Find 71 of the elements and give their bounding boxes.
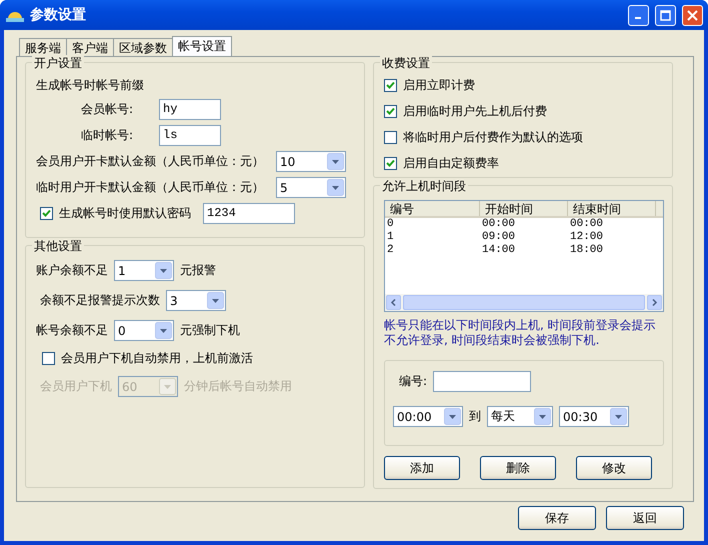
group-title: 开户设置 (32, 55, 84, 72)
action-button[interactable]: 修改 (576, 456, 652, 480)
column-header[interactable]: 开始时间 (480, 201, 568, 216)
field-label: 元报警 (180, 262, 216, 279)
table-cell-text: 0 (386, 218, 395, 231)
close-icon[interactable] (682, 4, 703, 26)
dropdown[interactable]: 10 (276, 151, 346, 172)
dialog-button[interactable]: 返回 (606, 506, 684, 530)
checkbox-label: 启用立即计费 (403, 77, 475, 94)
dropdown[interactable]: 每天 (487, 406, 553, 427)
window-title: 参数设置 (30, 6, 87, 24)
input-field[interactable]: 1234 (203, 203, 295, 224)
action-button[interactable]: 添加 (384, 456, 460, 480)
tab[interactable]: 帐号设置 (172, 36, 232, 56)
field-label: 到 (469, 408, 481, 425)
input-field[interactable] (433, 371, 532, 392)
table-cell-text: 09:00 (481, 231, 516, 244)
table-cell-text: 00:00 (569, 218, 604, 231)
table-cell-text: 1 (386, 231, 395, 244)
dropdown[interactable]: 5 (276, 177, 346, 198)
group-title: 收费设置 (380, 55, 432, 72)
field-label: 会员帐号: (81, 101, 134, 118)
time-note: 帐号只能在以下时间段内上机, 时间段前登录会提示不允许登录, 时间段结束时会被强制下机. (384, 318, 657, 348)
field-label: 元强制下机 (180, 322, 240, 339)
action-button[interactable]: 删除 (480, 456, 556, 480)
dropdown[interactable]: 00:30 (559, 406, 629, 427)
checkbox[interactable] (384, 79, 397, 92)
horizontal-scrollbar[interactable] (385, 294, 663, 311)
dropdown[interactable]: 00:00 (393, 406, 463, 427)
field-label: 帐号余额不足 (36, 322, 108, 339)
field-label: 编号: (399, 373, 428, 390)
table-cell-text: 14:00 (481, 244, 516, 257)
table-cell-text: 18:00 (569, 244, 604, 257)
field-label: 生成帐号时帐号前缀 (36, 77, 145, 94)
dropdown[interactable]: 0 (114, 320, 174, 341)
field-label: 会员用户开卡默认金额（人民币单位：元） (36, 153, 265, 170)
group-title: 允许上机时间段 (380, 178, 468, 195)
maximize-icon[interactable] (655, 4, 676, 26)
checkbox[interactable] (384, 105, 397, 118)
field-label: 会员用户下机 (40, 378, 112, 395)
checkbox-label: 生成帐号时使用默认密码 (59, 205, 191, 222)
input-field[interactable]: hy (159, 99, 221, 120)
group-title: 其他设置 (32, 238, 84, 255)
field-label: 账户余额不足 (36, 262, 108, 279)
checkbox-label: 将临时用户后付费作为默认的选项 (403, 129, 583, 146)
checkbox[interactable] (384, 131, 397, 144)
tab[interactable]: 服务端 (19, 38, 67, 56)
checkbox-label: 启用自由定额费率 (403, 155, 499, 172)
checkbox-label: 启用临时用户先上机后付费 (403, 103, 547, 120)
field-label: 余额不足报警提示次数 (40, 292, 160, 309)
column-header[interactable]: 编号 (385, 201, 480, 216)
tab[interactable]: 区域参数 (113, 38, 173, 56)
checkbox[interactable] (384, 157, 397, 170)
dialog-button[interactable]: 保存 (518, 506, 596, 530)
tab[interactable]: 客户端 (66, 38, 114, 56)
field-label: 分钟后帐号自动禁用 (184, 378, 292, 395)
table-cell-text: 00:00 (481, 218, 516, 231)
dropdown[interactable]: 1 (114, 260, 174, 281)
field-label: 临时用户开卡默认金额（人民币单位：元） (36, 179, 265, 196)
chevron-left-icon[interactable] (390, 299, 397, 306)
checkbox[interactable] (42, 352, 55, 365)
chevron-right-icon[interactable] (651, 299, 658, 306)
input-field[interactable]: ls (159, 125, 221, 146)
table-cell-text: 12:00 (569, 231, 604, 244)
table-cell-text: 2 (386, 244, 395, 257)
checkbox[interactable] (40, 207, 53, 220)
column-header[interactable]: 结束时间 (568, 201, 656, 216)
dropdown[interactable]: 3 (166, 290, 226, 311)
checkbox-label: 会员用户下机自动禁用，上机前激活 (61, 350, 253, 367)
minimize-icon[interactable] (628, 4, 649, 26)
field-label: 临时帐号: (81, 127, 134, 144)
